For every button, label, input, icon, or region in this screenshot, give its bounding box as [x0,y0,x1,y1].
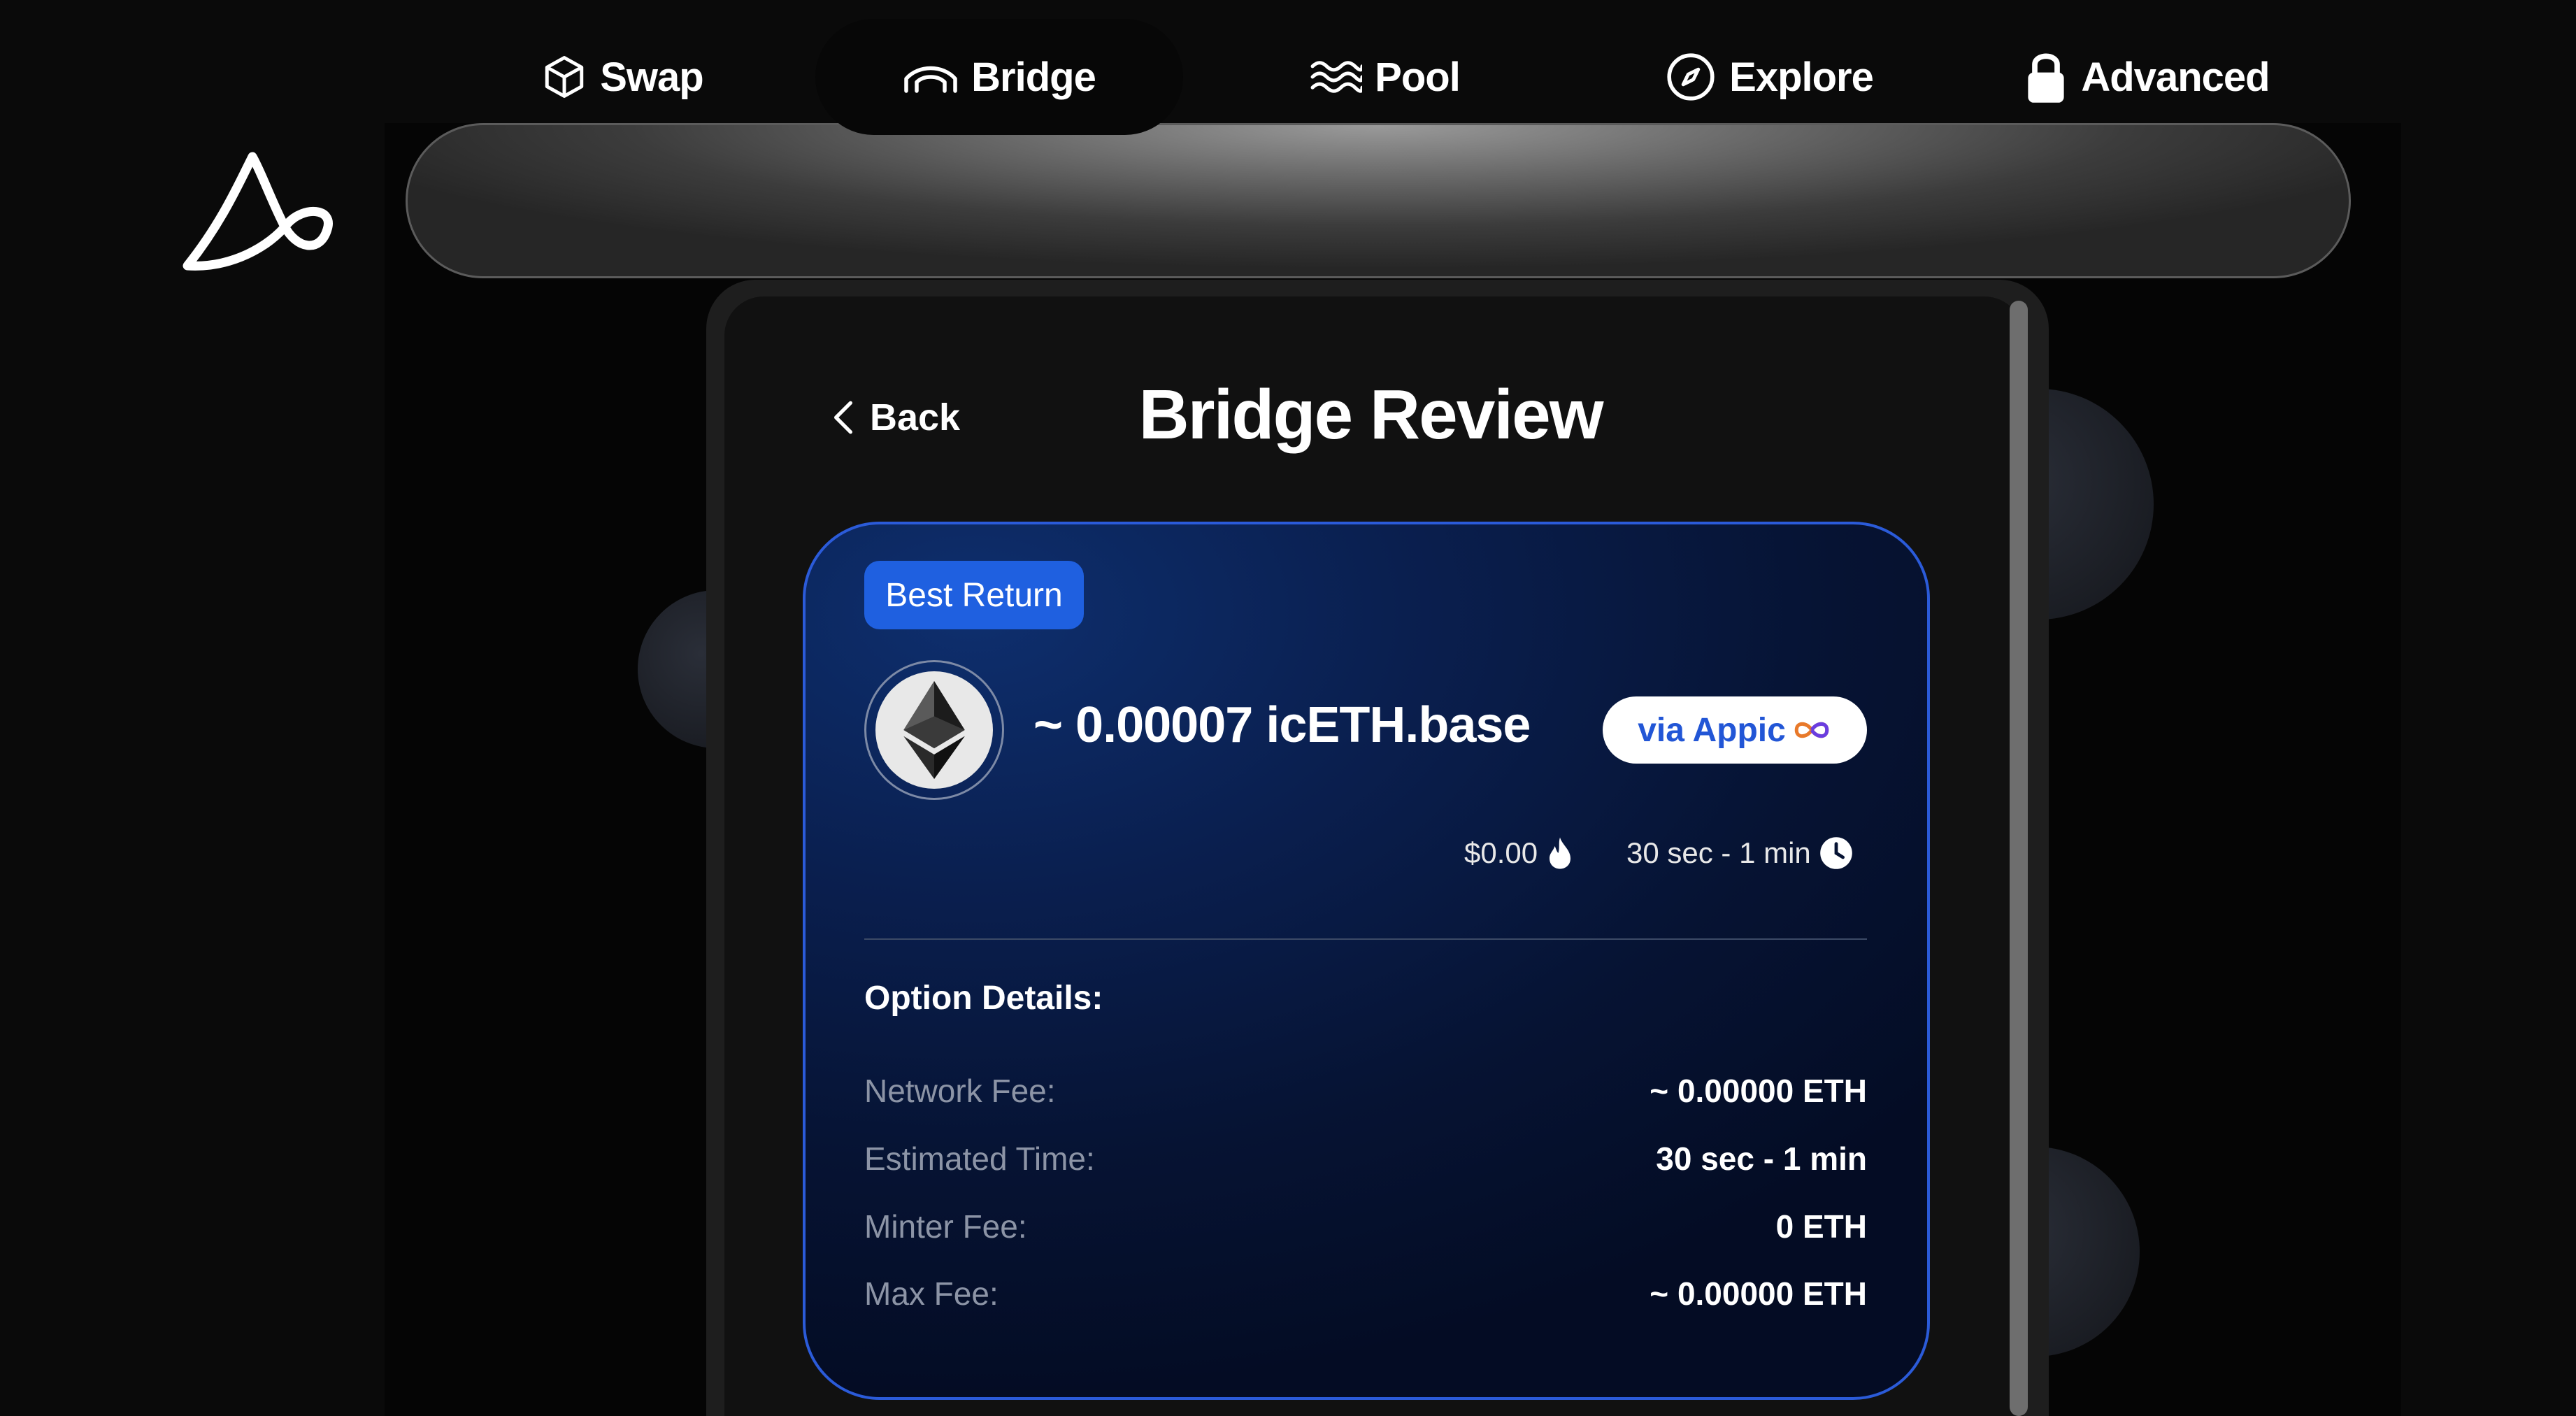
fee-indicator: $0.00 [1464,832,1574,874]
nav-advanced-label: Advanced [2081,54,2270,100]
best-return-badge: Best Return [864,561,1084,629]
infinity-icon [1794,722,1829,738]
time-indicator: 30 sec - 1 min [1626,832,1853,874]
detail-key: Network Fee: [864,1073,1056,1109]
bridge-option-card[interactable] [803,522,1930,1400]
nav-bridge-label: Bridge [971,54,1096,100]
eth-token-icon [864,660,1004,800]
ethereum-icon [903,681,965,779]
detail-row-minter-fee: Minter Fee: 0 ETH [864,1206,1867,1247]
cube-icon [545,56,584,98]
via-provider-badge[interactable]: via Appic [1603,696,1867,764]
detail-row-max-fee: Max Fee: ~ 0.00000 ETH [864,1273,1867,1315]
compass-icon [1667,53,1715,101]
nav-explore-label: Explore [1729,54,1874,100]
page-title: Bridge Review [1138,376,1603,454]
nav-bridge[interactable]: Bridge [815,19,1183,135]
detail-value: 0 ETH [1775,1208,1867,1245]
chevron-left-icon [834,401,852,434]
detail-key: Minter Fee: [864,1208,1027,1245]
detail-value: ~ 0.00000 ETH [1650,1073,1867,1109]
bridge-icon [904,66,957,93]
lock-icon [2028,53,2064,103]
panel-scrollbar[interactable] [2010,301,2028,1416]
receive-amount: ~ 0.00007 icETH.base [1033,697,1531,753]
nav-pool[interactable]: Pool [1287,19,1482,135]
time-value: 30 sec - 1 min [1626,836,1811,869]
nav-pool-label: Pool [1375,54,1461,100]
nav-explore[interactable]: Explore [1650,19,1888,135]
logo-icon[interactable] [172,141,340,281]
nav-advanced[interactable]: Advanced [2007,19,2287,135]
flame-icon [1550,837,1571,869]
waves-icon [1310,61,1363,93]
main-nav [406,123,2351,278]
detail-value: ~ 0.00000 ETH [1650,1275,1867,1312]
detail-key: Estimated Time: [864,1140,1095,1177]
detail-row-estimated-time: Estimated Time: 30 sec - 1 min [864,1138,1867,1180]
fee-value: $0.00 [1464,836,1538,869]
card-divider [864,938,1867,940]
nav-swap[interactable]: Swap [489,19,755,135]
via-label: via Appic [1638,711,1786,749]
back-button[interactable]: Back [831,392,960,443]
back-label: Back [870,396,961,438]
nav-swap-label: Swap [600,54,703,100]
detail-value: 30 sec - 1 min [1656,1140,1867,1177]
detail-row-network-fee: Network Fee: ~ 0.00000 ETH [864,1070,1867,1112]
option-details-label: Option Details: [864,980,1103,1017]
detail-key: Max Fee: [864,1275,999,1312]
clock-icon [1819,837,1852,869]
